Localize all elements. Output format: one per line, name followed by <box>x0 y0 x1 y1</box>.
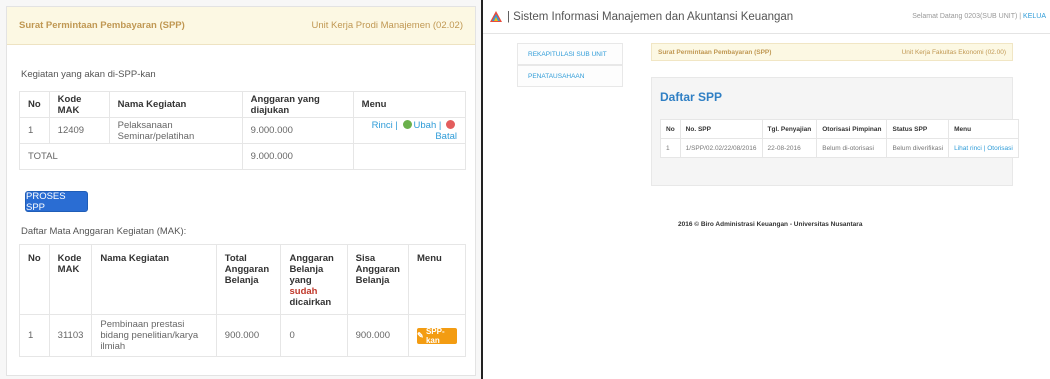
table-row: 1 31103 Pembinaan prestasi bidang peneli… <box>19 314 466 357</box>
cell-no: 1 <box>19 314 50 357</box>
col-nama-kegiatan: Nama Kegiatan <box>91 244 217 315</box>
left-screen: Surat Permintaan Pembayaran (SPP) Unit K… <box>0 0 481 379</box>
total-value: 9.000.000 <box>241 143 354 170</box>
footer: 2016 © Biro Administrasi Keuangan - Univ… <box>678 221 863 228</box>
total-row: TOTAL 9.000.000 <box>19 143 467 170</box>
cell-no: 1 <box>660 138 681 158</box>
menu-separator: | <box>983 144 986 152</box>
rinci-link[interactable]: Rinci <box>372 120 393 131</box>
cell-no: 1 <box>19 117 50 144</box>
app-logo-icon <box>489 10 503 24</box>
col-menu: Menu <box>408 244 466 315</box>
col-anggaran: Anggaran yang diajukan <box>241 91 354 118</box>
mak-section-label: Daftar Mata Anggaran Kegiatan (MAK): <box>21 226 187 237</box>
col-total-anggaran: Total Anggaran Belanja <box>215 244 282 315</box>
panel-title: Surat Permintaan Pembayaran (SPP) <box>19 20 185 31</box>
col-no: No <box>19 91 50 118</box>
breadcrumb-unit: Unit Kerja Fakultas Ekonomi (02.00) <box>901 48 1006 56</box>
cell-total: 900.000 <box>215 314 282 357</box>
sidebar-item-rekapitulasi[interactable]: REKAPITULASI SUB UNIT <box>517 43 623 65</box>
welcome-separator: | <box>1019 13 1022 20</box>
col-no-spp: No. SPP <box>679 119 763 139</box>
edit-icon <box>402 119 412 129</box>
welcome-text: Selamat Datang 0203(SUB UNIT) <box>912 13 1018 20</box>
col-menu: Menu <box>352 91 467 118</box>
welcome-area: Selamat Datang 0203(SUB UNIT) | KELUA <box>912 13 1050 20</box>
cell-status: Belum diverifikasi <box>886 138 950 158</box>
menu-separator: | <box>438 119 442 131</box>
cell-nama: Pembinaan prestasi bidang penelitian/kar… <box>91 314 217 357</box>
cell-sisa: 900.000 <box>346 314 410 357</box>
cell-nama: Pelaksanaan Seminar/pelatihan <box>108 117 243 144</box>
cell-dicairkan: 0 <box>280 314 348 357</box>
lihat-rinci-link[interactable]: Lihat rinci <box>954 145 982 152</box>
sidebar-item-penatausahaan[interactable]: PENATAUSAHAAN <box>517 65 623 87</box>
table-header-row: No No. SPP Tgl. Penyajian Otorisasi Pimp… <box>660 119 1019 139</box>
col-anggaran-dicairkan: Anggaran Belanja yang sudah dicairkan <box>280 244 348 315</box>
cell-kode: 31103 <box>48 314 93 357</box>
logout-link[interactable]: KELUA <box>1023 13 1046 20</box>
col-kode-mak: Kode MAK <box>48 244 93 315</box>
header-text: dicairkan <box>289 297 332 308</box>
right-screen: | Sistem Informasi Manajemen dan Akuntan… <box>483 0 1050 379</box>
kegiatan-section-label: Kegiatan yang akan di-SPP-kan <box>21 69 156 80</box>
spp-panel: Surat Permintaan Pembayaran (SPP) Unit K… <box>6 6 476 376</box>
mak-table: No Kode MAK Nama Kegiatan Total Anggaran… <box>19 244 466 357</box>
cell-menu: Lihat rinci | Otorisasi <box>948 138 1019 158</box>
batal-link[interactable]: Batal <box>435 131 457 142</box>
proses-spp-button[interactable]: PROSES SPP <box>25 191 88 213</box>
col-status: Status SPP <box>886 119 950 139</box>
header-text: Anggaran Belanja yang <box>289 253 334 286</box>
kegiatan-table: No Kode MAK Nama Kegiatan Anggaran yang … <box>19 91 467 170</box>
table-header-row: No Kode MAK Nama Kegiatan Total Anggaran… <box>19 244 466 315</box>
table-row: 1 1/SPP/02.02/22/08/2016 22-08-2016 Belu… <box>660 138 1019 158</box>
col-no: No <box>19 244 50 315</box>
cell-kode: 12409 <box>48 117 110 144</box>
cell-no-spp: 1/SPP/02.02/22/08/2016 <box>679 138 763 158</box>
table-header-row: No Kode MAK Nama Kegiatan Anggaran yang … <box>19 91 467 118</box>
header-highlight: sudah <box>289 286 318 297</box>
col-no: No <box>660 119 681 139</box>
col-sisa-anggaran: Sisa Anggaran Belanja <box>346 244 410 315</box>
spp-table: No No. SPP Tgl. Penyajian Otorisasi Pimp… <box>660 119 1019 158</box>
otorisasi-link[interactable]: Otorisasi <box>987 145 1013 152</box>
table-row: 1 12409 Pelaksanaan Seminar/pelatihan 9.… <box>19 117 467 144</box>
breadcrumb-title: Surat Permintaan Pembayaran (SPP) <box>658 48 772 56</box>
cancel-icon <box>446 119 455 129</box>
cell-menu: ✎ SPP-kan <box>408 314 466 357</box>
col-menu: Menu <box>948 119 1019 139</box>
cell-tgl: 22-08-2016 <box>761 138 818 158</box>
side-nav: REKAPITULASI SUB UNIT PENATAUSAHAAN <box>517 43 623 87</box>
brand[interactable]: | Sistem Informasi Manajemen dan Akuntan… <box>489 10 793 24</box>
col-tgl: Tgl. Penyajian <box>761 119 818 139</box>
unit-label: Unit Kerja Prodi Manajemen (02.02) <box>311 20 463 31</box>
col-otorisasi: Otorisasi Pimpinan <box>816 119 888 139</box>
app-title: | Sistem Informasi Manajemen dan Akuntan… <box>507 10 794 23</box>
panel-header: Surat Permintaan Pembayaran (SPP) Unit K… <box>7 7 475 45</box>
cell-menu: Rinci | Ubah | Batal <box>352 117 467 144</box>
cell-otorisasi: Belum di-otorisasi <box>816 138 888 158</box>
spp-kan-label: SPP-kan <box>425 326 445 345</box>
total-label: TOTAL <box>19 143 243 170</box>
ubah-link[interactable]: Ubah <box>414 120 437 131</box>
menu-separator: | <box>395 119 398 131</box>
breadcrumb: Surat Permintaan Pembayaran (SPP) Unit K… <box>651 43 1013 61</box>
col-nama-kegiatan: Nama Kegiatan <box>108 91 243 118</box>
pencil-icon: ✎ <box>417 331 426 340</box>
total-empty <box>352 143 467 170</box>
top-navbar: | Sistem Informasi Manajemen dan Akuntan… <box>483 0 1050 34</box>
card-title: Daftar SPP <box>660 90 723 104</box>
cell-anggaran: 9.000.000 <box>241 117 354 144</box>
col-kode-mak: Kode MAK <box>48 91 110 118</box>
daftar-spp-card: Daftar SPP No No. SPP Tgl. Penyajian Oto… <box>651 77 1019 186</box>
spp-kan-button[interactable]: ✎ SPP-kan <box>417 326 457 345</box>
